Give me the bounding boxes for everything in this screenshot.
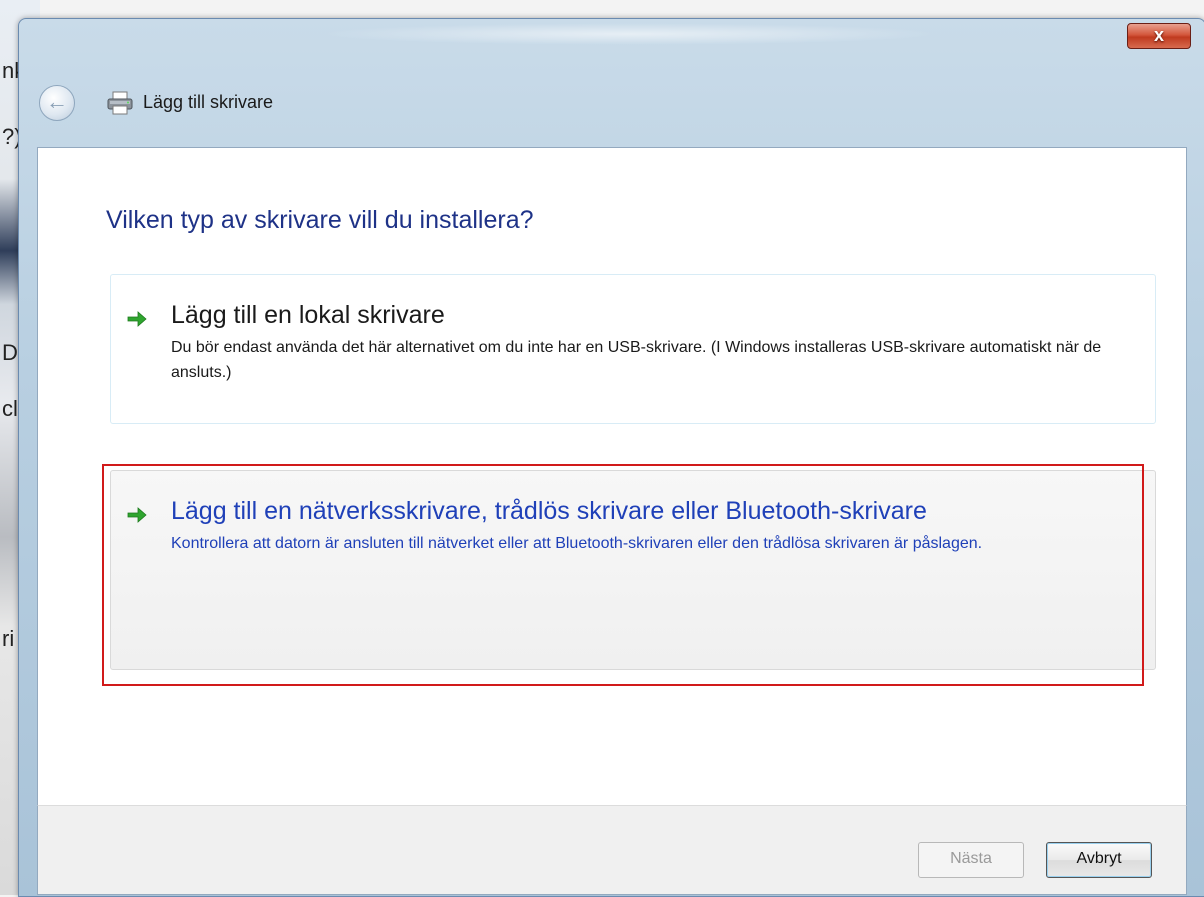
titlebar[interactable]: [319, 23, 939, 45]
option-local-printer[interactable]: Lägg till en lokal skrivare Du bör endas…: [110, 274, 1156, 424]
dialog-window: x ← Lägg till skrivare Vilken typ av skr…: [18, 18, 1204, 897]
option-network-printer[interactable]: Lägg till en nätverksskrivare, trådlös s…: [110, 470, 1156, 670]
window-title: Lägg till skrivare: [143, 92, 274, 112]
next-button[interactable]: Nästa: [918, 842, 1024, 878]
back-arrow-icon[interactable]: ←: [39, 85, 75, 121]
green-arrow-icon: [127, 507, 147, 523]
green-arrow-icon: [127, 311, 147, 327]
wizard-content: Vilken typ av skrivare vill du installer…: [37, 147, 1187, 807]
desktop-text-fragment: ri: [2, 626, 15, 651]
close-button[interactable]: x: [1127, 23, 1191, 49]
desktop-text-fragment: cl: [2, 396, 18, 421]
option-title: Lägg till en lokal skrivare: [171, 301, 445, 329]
option-description: Kontrollera att datorn är ansluten till …: [171, 535, 983, 552]
option-title: Lägg till en nätverksskrivare, trådlös s…: [171, 497, 927, 525]
page-heading: Vilken typ av skrivare vill du installer…: [106, 206, 534, 234]
printer-icon: [107, 91, 133, 115]
option-description: Du bör endast använda det här alternativ…: [171, 339, 1102, 381]
wizard-footer: Nästa Avbryt: [37, 805, 1187, 895]
navigation-bar: ← Lägg till skrivare: [39, 83, 1139, 123]
cancel-button[interactable]: Avbryt: [1046, 842, 1152, 878]
